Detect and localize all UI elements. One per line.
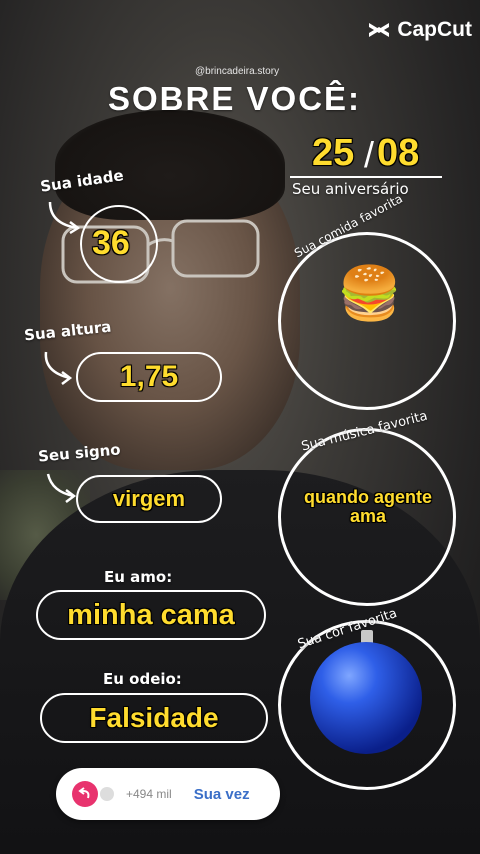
birthday-separator: / bbox=[364, 134, 375, 175]
undo-button[interactable] bbox=[72, 781, 98, 807]
undo-arrow-icon bbox=[78, 787, 90, 799]
background-hair bbox=[55, 110, 285, 220]
capcut-logo: CapCut bbox=[367, 18, 472, 42]
love-pill: minha cama bbox=[36, 590, 266, 640]
sign-value: virgem bbox=[112, 486, 186, 511]
age-arrow-icon bbox=[48, 201, 81, 235]
love-value: minha cama bbox=[67, 598, 235, 631]
add-yours-sticker[interactable]: +494 mil Sua vez bbox=[56, 768, 280, 820]
capcut-logo-text: CapCut bbox=[397, 18, 472, 41]
birthday-day: 25 bbox=[312, 132, 355, 174]
hate-label: Eu odeio: bbox=[103, 670, 182, 688]
blue-ornament-icon bbox=[310, 630, 422, 754]
avatar-placeholder bbox=[100, 787, 114, 801]
birthday-underline bbox=[290, 176, 442, 178]
height-arrow-icon bbox=[44, 351, 73, 385]
participant-count: +494 mil bbox=[126, 787, 172, 801]
birthday-month: 08 bbox=[377, 132, 420, 174]
hate-pill: Falsidade bbox=[40, 693, 268, 743]
height-value: 1,75 bbox=[119, 360, 179, 393]
hate-value: Falsidade bbox=[89, 702, 219, 733]
love-label: Eu amo: bbox=[104, 568, 173, 586]
music-value: quando agente ama bbox=[303, 487, 432, 526]
sign-pill: virgem bbox=[76, 475, 222, 523]
sign-arrow-icon bbox=[46, 473, 77, 503]
sua-vez-button[interactable]: Sua vez bbox=[194, 786, 250, 803]
handle-text: @brincadeira.story bbox=[195, 66, 280, 77]
age-value: 36 bbox=[92, 224, 130, 262]
capcut-icon bbox=[369, 23, 390, 37]
hamburger-icon: 🍔 bbox=[337, 264, 402, 324]
page-title: SOBRE VOCÊ: bbox=[108, 80, 362, 117]
height-pill: 1,75 bbox=[76, 352, 222, 402]
